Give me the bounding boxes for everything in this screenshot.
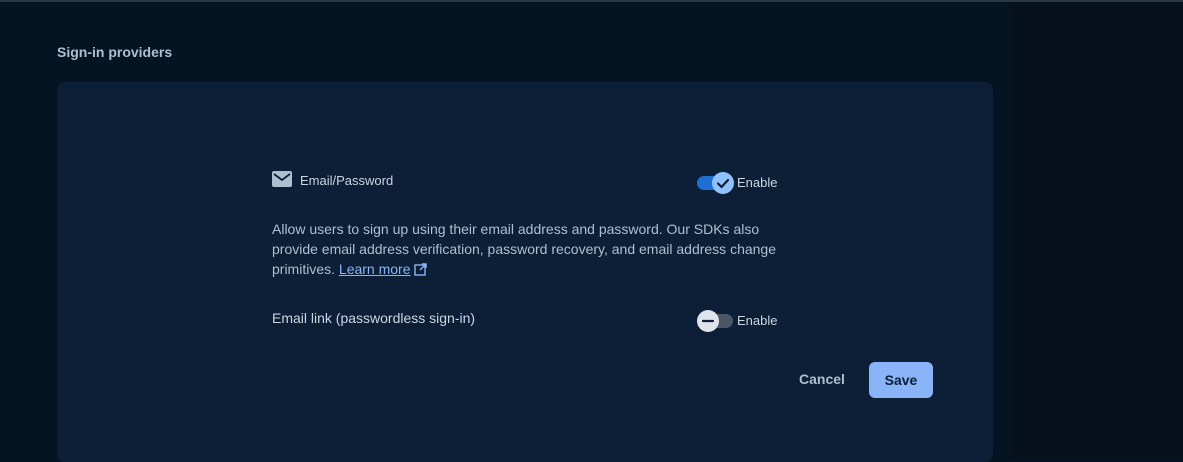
email-password-toggle-label: Enable [737, 175, 778, 190]
provider-row-email-link: Email link (passwordless sign-in) Enable [272, 306, 777, 332]
top-divider [0, 0, 1183, 2]
mail-icon [272, 171, 292, 187]
email-password-enable-toggle[interactable] [697, 169, 734, 194]
sign-in-providers-card: Email/Password Enable Allow users to sig… [57, 82, 993, 462]
email-password-description: Allow users to sign up using their email… [272, 219, 792, 281]
provider-label-email-password: Email/Password [300, 173, 394, 188]
toggle-thumb [697, 310, 719, 332]
provider-label-email-link: Email link (passwordless sign-in) [272, 310, 476, 326]
cancel-button[interactable]: Cancel [785, 365, 859, 393]
email-link-toggle-label: Enable [737, 313, 778, 328]
minus-icon [701, 319, 715, 323]
right-side-panel [1010, 2, 1183, 459]
section-title: Sign-in providers [57, 44, 173, 60]
learn-more-link[interactable]: Learn more [339, 261, 427, 277]
check-icon [716, 178, 730, 189]
save-button[interactable]: Save [869, 362, 933, 398]
provider-row-email-password: Email/Password Enable [272, 168, 777, 194]
toggle-thumb [712, 172, 734, 194]
learn-more-label: Learn more [338, 261, 411, 277]
external-link-icon [413, 261, 427, 281]
email-link-enable-toggle[interactable] [697, 307, 733, 332]
